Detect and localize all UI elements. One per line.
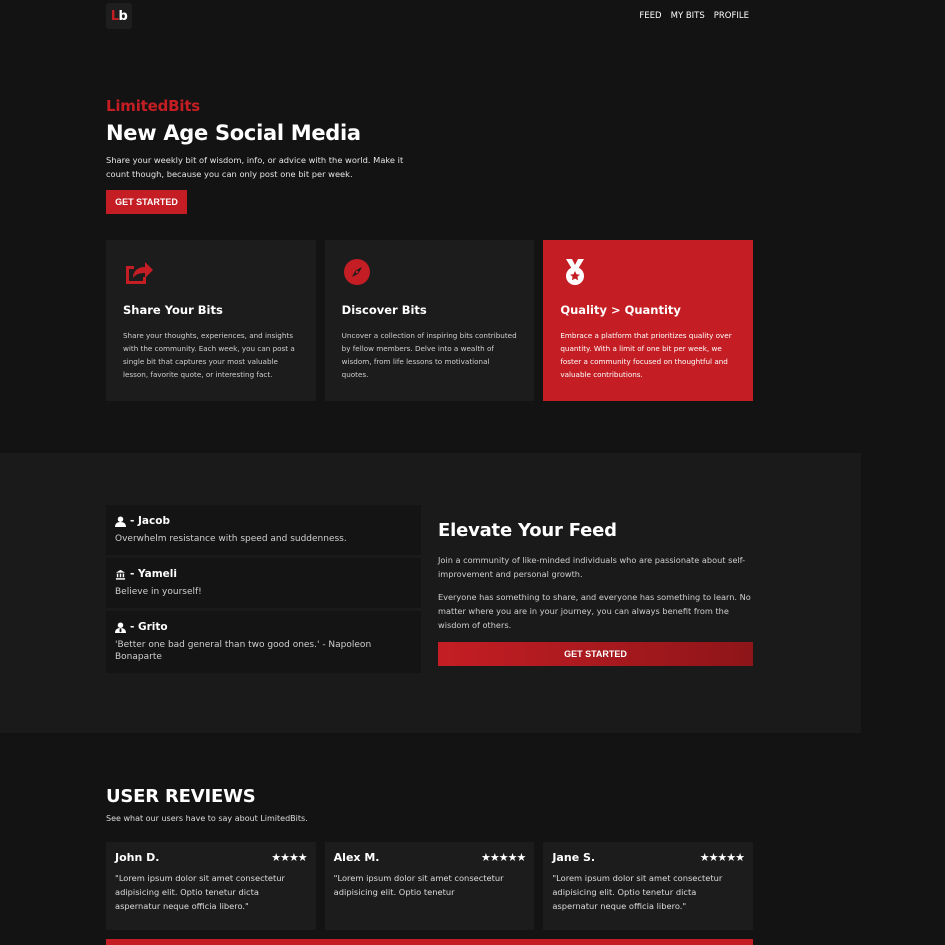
quote-author: - Grito <box>130 621 168 633</box>
feature-text: Uncover a collection of inspiring bits c… <box>341 331 517 379</box>
reviews-header: USER REVIEWS See what our users have to … <box>106 786 308 823</box>
feature-card-discover: Discover Bits Uncover a collection of in… <box>324 240 535 401</box>
quote-item: - Grito 'Better one bad general than two… <box>106 611 421 673</box>
elevate-section: Elevate Your Feed Join a community of li… <box>438 520 753 632</box>
quote-item: - Jacob Overwhelm resistance with speed … <box>106 505 421 555</box>
quote-item: - Yameli Believe in yourself! <box>106 558 421 608</box>
bottom-accent-bar <box>106 939 753 945</box>
star-rating: ★★★★★ <box>699 851 745 864</box>
quote-author: - Jacob <box>130 515 170 527</box>
quote-header: - Jacob <box>115 515 412 527</box>
elevate-get-started-button[interactable]: GET STARTED <box>438 642 753 666</box>
reviewer-name: Jane S. <box>552 851 596 864</box>
review-text: "Lorem ipsum dolor sit amet consectetur … <box>552 873 723 911</box>
elevate-title: Elevate Your Feed <box>438 520 617 541</box>
reviews-row: John D. ★★★★ "Lorem ipsum dolor sit amet… <box>106 842 754 930</box>
hero-title: New Age Social Media <box>106 121 361 145</box>
share-icon <box>126 262 153 284</box>
hero-get-started-button[interactable]: GET STARTED <box>106 190 187 214</box>
quote-text: Overwhelm resistance with speed and sudd… <box>115 534 347 544</box>
feature-text: Share your thoughts, experiences, and in… <box>123 331 295 379</box>
star-rating: ★★★★ <box>271 851 307 864</box>
quote-header: - Grito <box>115 621 412 633</box>
logo-letter-l: L <box>110 8 119 24</box>
compass-icon <box>343 259 370 285</box>
logo-letter-b: b <box>118 8 128 24</box>
review-text: "Lorem ipsum dolor sit amet consectetur … <box>333 873 504 897</box>
feature-card-quality: Quality > Quantity Embrace a platform th… <box>543 240 754 401</box>
review-text: "Lorem ipsum dolor sit amet consectetur … <box>115 873 285 911</box>
nav-links: FEED MY BITS PROFILE <box>639 11 749 21</box>
brand-name: LimitedBits <box>106 97 201 115</box>
reviews-title: USER REVIEWS <box>106 786 256 807</box>
nav-link-feed[interactable]: FEED <box>639 11 661 21</box>
feature-text: Embrace a platform that prioritizes qual… <box>560 331 732 379</box>
review-header: John D. ★★★★ <box>115 851 308 864</box>
user-icon <box>115 515 126 527</box>
review-card: John D. ★★★★ "Lorem ipsum dolor sit amet… <box>106 842 316 930</box>
user-tie-icon <box>115 621 126 633</box>
reviewer-name: John D. <box>115 851 160 864</box>
review-header: Alex M. ★★★★★ <box>333 851 527 864</box>
feature-title: Quality > Quantity <box>560 303 681 317</box>
elevate-paragraph-2: Everyone has something to share, and eve… <box>438 592 751 630</box>
features-row: Share Your Bits Share your thoughts, exp… <box>106 240 754 401</box>
quote-list: - Jacob Overwhelm resistance with speed … <box>106 505 421 676</box>
feature-title: Discover Bits <box>341 303 427 317</box>
reviewer-name: Alex M. <box>333 851 380 864</box>
navbar: Lb FEED MY BITS PROFILE <box>0 0 945 32</box>
hero: LimitedBits New Age Social Media Share y… <box>106 97 426 181</box>
review-card: Alex M. ★★★★★ "Lorem ipsum dolor sit ame… <box>324 842 535 930</box>
user-bank-icon <box>115 569 126 580</box>
quote-text: 'Better one bad general than two good on… <box>115 640 372 662</box>
star-rating: ★★★★★ <box>481 851 526 864</box>
nav-link-profile[interactable]: PROFILE <box>714 11 749 21</box>
hero-description: Share your weekly bit of wisdom, info, o… <box>106 155 404 179</box>
medal-icon <box>566 259 585 285</box>
quote-header: - Yameli <box>115 568 412 580</box>
quote-author: - Yameli <box>130 568 177 580</box>
review-card: Jane S. ★★★★★ "Lorem ipsum dolor sit ame… <box>543 842 754 930</box>
quote-text: Believe in yourself! <box>115 587 202 597</box>
logo[interactable]: Lb <box>106 3 132 29</box>
nav-link-my-bits[interactable]: MY BITS <box>671 11 705 21</box>
feature-title: Share Your Bits <box>123 303 223 317</box>
reviews-subtitle: See what our users have to say about Lim… <box>106 814 308 823</box>
review-header: Jane S. ★★★★★ <box>552 851 745 864</box>
elevate-paragraph-1: Join a community of like-minded individu… <box>438 555 746 579</box>
feature-card-share: Share Your Bits Share your thoughts, exp… <box>106 240 316 401</box>
